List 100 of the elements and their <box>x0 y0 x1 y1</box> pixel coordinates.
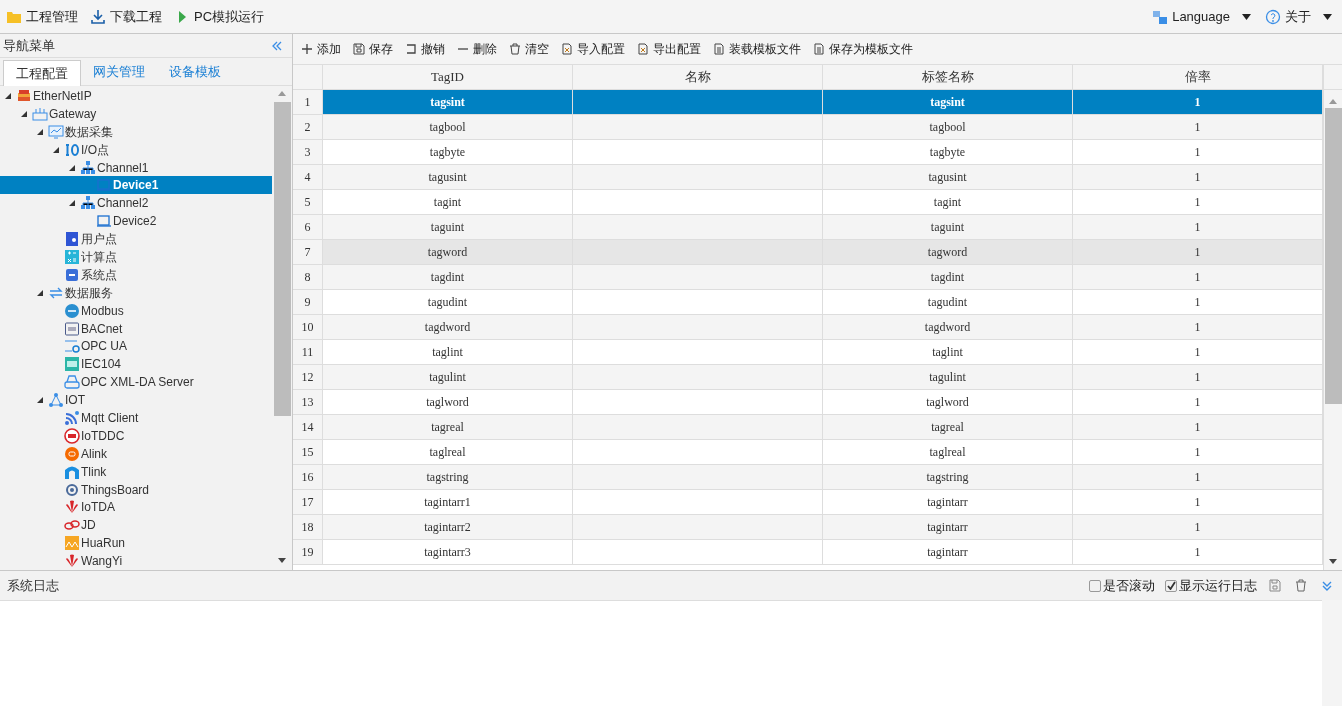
scroll-down-icon[interactable] <box>1329 559 1337 565</box>
tree-item[interactable]: OPC XML-DA Server <box>0 373 272 392</box>
collapse-down-icon[interactable] <box>1321 579 1333 592</box>
spreadsheet-file-icon <box>637 43 649 55</box>
table-cell: 1 <box>1073 315 1323 339</box>
log-scrollbar[interactable] <box>1322 600 1342 706</box>
checkbox-option[interactable]: 是否滚动 <box>1089 575 1155 596</box>
tree-item[interactable]: I/O点 <box>0 140 272 159</box>
toolbar-button[interactable]: 保存为模板文件 <box>813 40 913 58</box>
tree-item[interactable]: Channel1 <box>0 158 272 177</box>
table-row[interactable]: 13 taglword taglword 1 <box>293 390 1323 415</box>
tree-item[interactable]: IoTDDC <box>0 426 272 445</box>
menu-button[interactable]: 下载工程 <box>90 6 162 27</box>
table-row[interactable]: 5 tagint tagint 1 <box>293 190 1323 215</box>
table-cell: 1 <box>1073 440 1323 464</box>
table-cell: tagreal <box>323 415 573 439</box>
toolbar-button[interactable]: 保存 <box>353 40 393 58</box>
toolbar-button[interactable]: 清空 <box>509 40 549 58</box>
tree-item[interactable]: OPC UA <box>0 337 272 356</box>
table-row[interactable]: 15 taglreal taglreal 1 <box>293 440 1323 465</box>
tree-item[interactable]: 计算点 <box>0 248 272 266</box>
tree-item[interactable]: 数据服务 <box>0 283 272 302</box>
tree-item[interactable]: Channel2 <box>0 194 272 213</box>
tree-item[interactable]: Gateway <box>0 104 272 123</box>
network-icon <box>80 159 96 176</box>
table-cell: taglword <box>323 390 573 414</box>
tree-item[interactable]: IOT <box>0 391 272 410</box>
table-row[interactable]: 19 tagintarr3 tagintarr 1 <box>293 540 1323 565</box>
table-row[interactable]: 12 tagulint tagulint 1 <box>293 365 1323 390</box>
sidebar-tab[interactable]: 工程配置 <box>3 60 81 86</box>
column-header[interactable]: TagID <box>323 65 573 89</box>
table-cell: 1 <box>1073 340 1323 364</box>
table-row[interactable]: 18 tagintarr2 tagintarr 1 <box>293 515 1323 540</box>
toolbar-button[interactable]: 导入配置 <box>561 40 625 58</box>
table-cell: 1 <box>1073 540 1323 564</box>
table-scrollbar[interactable] <box>1324 90 1342 570</box>
round-badge-icon <box>64 445 80 462</box>
tree-item[interactable]: IoTDA <box>0 498 272 517</box>
toolbar-button[interactable]: 装载模板文件 <box>713 40 801 58</box>
tree-item[interactable]: IEC104 <box>0 355 272 374</box>
user-card-icon <box>64 231 80 248</box>
table-row[interactable]: 11 taglint taglint 1 <box>293 340 1323 365</box>
toolbar-button[interactable]: 删除 <box>457 40 497 58</box>
column-header[interactable]: 标签名称 <box>823 65 1073 89</box>
toolbar-button[interactable]: 导出配置 <box>637 40 701 58</box>
tree-item[interactable]: Alink <box>0 444 272 463</box>
checkbox-option[interactable]: 显示运行日志 <box>1165 575 1257 596</box>
tree-item[interactable]: WangYi <box>0 552 272 570</box>
table-cell: 1 <box>1073 215 1323 239</box>
toolbar-button[interactable]: 添加 <box>301 40 341 58</box>
table-row[interactable]: 16 tagstring tagstring 1 <box>293 465 1323 490</box>
table-row[interactable]: 7 tagword tagword 1 <box>293 240 1323 265</box>
dropdown-button[interactable]: Language <box>1152 6 1251 27</box>
table-cell: tagusint <box>823 165 1073 189</box>
menu-button[interactable]: 工程管理 <box>6 6 78 27</box>
table-row[interactable]: 3 tagbyte tagbyte 1 <box>293 140 1323 165</box>
scroll-up-icon[interactable] <box>278 90 286 96</box>
table-row[interactable]: 2 tagbool tagbool 1 <box>293 115 1323 140</box>
table-row[interactable]: 4 tagusint tagusint 1 <box>293 165 1323 190</box>
table-row[interactable]: 8 tagdint tagdint 1 <box>293 265 1323 290</box>
table-cell: 1 <box>1073 290 1323 314</box>
table-cell: tagintarr2 <box>323 515 573 539</box>
table-row[interactable]: 9 tagudint tagudint 1 <box>293 290 1323 315</box>
toolbar-button[interactable]: 撤销 <box>405 40 445 58</box>
tree-item[interactable]: JD <box>0 516 272 535</box>
menu-button[interactable]: PC模拟运行 <box>174 6 265 27</box>
collapse-icon[interactable] <box>271 39 283 52</box>
tree-item[interactable]: EtherNetIP <box>0 87 272 105</box>
sidebar-tab[interactable]: 设备模板 <box>157 59 233 85</box>
tree-item[interactable]: HuaRun <box>0 534 272 553</box>
row-number: 17 <box>293 490 323 514</box>
table-cell: tagstring <box>823 465 1073 489</box>
table-cell: tagulint <box>823 365 1073 389</box>
checkbox[interactable] <box>1089 579 1101 592</box>
table-row[interactable]: 6 taguint taguint 1 <box>293 215 1323 240</box>
table-row[interactable]: 10 tagdword tagdword 1 <box>293 315 1323 340</box>
column-header[interactable]: 名称 <box>573 65 823 89</box>
table-cell: tagintarr <box>823 490 1073 514</box>
tree-item[interactable]: Tlink <box>0 462 272 481</box>
tree-item[interactable]: 系统点 <box>0 265 272 284</box>
tree-item[interactable]: Device1 <box>0 176 272 195</box>
column-header[interactable]: 倍率 <box>1073 65 1323 89</box>
tree-item[interactable]: Modbus <box>0 301 272 320</box>
dropdown-button[interactable]: 关于 <box>1265 6 1332 27</box>
table-row[interactable]: 14 tagreal tagreal 1 <box>293 415 1323 440</box>
document-icon <box>813 43 825 55</box>
checkbox[interactable] <box>1165 579 1177 592</box>
tree-item[interactable]: 用户点 <box>0 230 272 248</box>
tree-item[interactable]: ThingsBoard <box>0 480 272 499</box>
scroll-down-icon[interactable] <box>278 558 286 564</box>
tree-item[interactable]: BACnet <box>0 319 272 338</box>
table-row[interactable]: 1 tagsint tagsint 1 <box>293 90 1323 115</box>
save-icon[interactable] <box>1269 579 1281 592</box>
tree-item[interactable]: 数据采集 <box>0 122 272 141</box>
table-row[interactable]: 17 tagintarr1 tagintarr 1 <box>293 490 1323 515</box>
scroll-up-icon[interactable] <box>1329 98 1337 104</box>
delete-icon[interactable] <box>1295 579 1307 592</box>
sidebar-tab[interactable]: 网关管理 <box>81 59 157 85</box>
tree-item[interactable]: Mqtt Client <box>0 409 272 427</box>
tree-item[interactable]: Device2 <box>0 212 272 231</box>
